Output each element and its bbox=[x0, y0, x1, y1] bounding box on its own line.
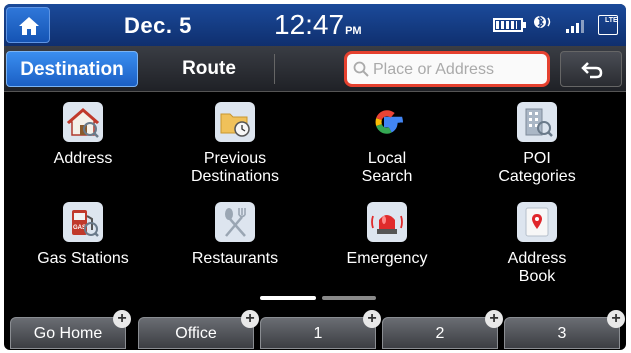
tab-route[interactable]: Route bbox=[144, 51, 274, 87]
home-button[interactable] bbox=[6, 7, 50, 43]
favorite-label: Go Home bbox=[33, 325, 103, 342]
favorite-label: 3 bbox=[557, 325, 567, 342]
tab-destination[interactable]: Destination bbox=[6, 51, 138, 87]
clock-time: 12:47 bbox=[274, 9, 345, 40]
pager-dot-inactive[interactable] bbox=[322, 296, 376, 300]
fork-spoon-icon bbox=[215, 202, 255, 242]
plus-icon[interactable]: + bbox=[241, 310, 259, 328]
grid-item-label: Restaurants bbox=[191, 250, 279, 267]
clock-ampm: PM bbox=[345, 25, 362, 37]
bluetooth-audio-icon bbox=[533, 14, 555, 35]
search-icon bbox=[353, 61, 369, 77]
grid-item-label: Address Book bbox=[507, 250, 567, 285]
favorite-office-button[interactable]: Office + bbox=[138, 310, 259, 349]
favorite-2-button[interactable]: 2 + bbox=[382, 310, 503, 349]
search-input[interactable] bbox=[373, 59, 543, 81]
tab-divider bbox=[274, 54, 275, 84]
grid-item-label: Previous Destinations bbox=[190, 150, 280, 185]
status-date: Dec. 5 bbox=[124, 13, 192, 38]
grid-item-label: Local Search bbox=[361, 150, 413, 185]
nav-screen: Dec. 5 12:47PM LTE Destination Route Pla… bbox=[4, 4, 626, 350]
grid-item-label: Address bbox=[53, 150, 113, 167]
destination-grid: Address Previous Destinations Local Sear… bbox=[4, 94, 626, 294]
building-icon bbox=[517, 102, 557, 142]
grid-item-label: POI Categories bbox=[498, 150, 576, 185]
folder-clock-icon bbox=[215, 102, 255, 142]
battery-icon bbox=[492, 17, 526, 32]
search-box[interactable] bbox=[344, 51, 550, 87]
status-time: 12:47PM bbox=[274, 9, 362, 41]
svg-text:GAS: GAS bbox=[73, 225, 86, 231]
gas-pump-icon: GAS bbox=[63, 202, 103, 242]
tab-bar: Destination Route bbox=[4, 46, 626, 92]
plus-icon[interactable]: + bbox=[485, 310, 503, 328]
back-button[interactable] bbox=[560, 51, 622, 87]
pager-dot-active[interactable] bbox=[260, 296, 316, 300]
house-icon bbox=[63, 102, 103, 142]
favorite-1-button[interactable]: 1 + bbox=[260, 310, 381, 349]
lte-label: LTE bbox=[605, 16, 618, 24]
favorite-label: 2 bbox=[435, 325, 445, 342]
favorite-label: Office bbox=[175, 325, 217, 342]
google-icon bbox=[367, 102, 407, 142]
address-book-icon bbox=[517, 202, 557, 242]
status-icons: LTE bbox=[487, 14, 618, 36]
plus-icon[interactable]: + bbox=[363, 310, 381, 328]
grid-item-label: Gas Stations bbox=[37, 250, 129, 267]
siren-icon bbox=[367, 202, 407, 242]
favorite-go-home-button[interactable]: Go Home + bbox=[10, 310, 131, 349]
status-bar: Dec. 5 12:47PM LTE bbox=[4, 4, 626, 46]
back-arrow-icon bbox=[581, 62, 603, 79]
plus-icon[interactable]: + bbox=[607, 310, 625, 328]
plus-icon[interactable]: + bbox=[113, 310, 131, 328]
lte-icon: LTE bbox=[598, 14, 618, 35]
home-icon bbox=[19, 17, 39, 35]
favorite-label: 1 bbox=[313, 325, 323, 342]
favorite-3-button[interactable]: 3 + bbox=[504, 310, 625, 349]
grid-item-label: Emergency bbox=[346, 250, 428, 267]
signal-icon bbox=[565, 17, 588, 33]
